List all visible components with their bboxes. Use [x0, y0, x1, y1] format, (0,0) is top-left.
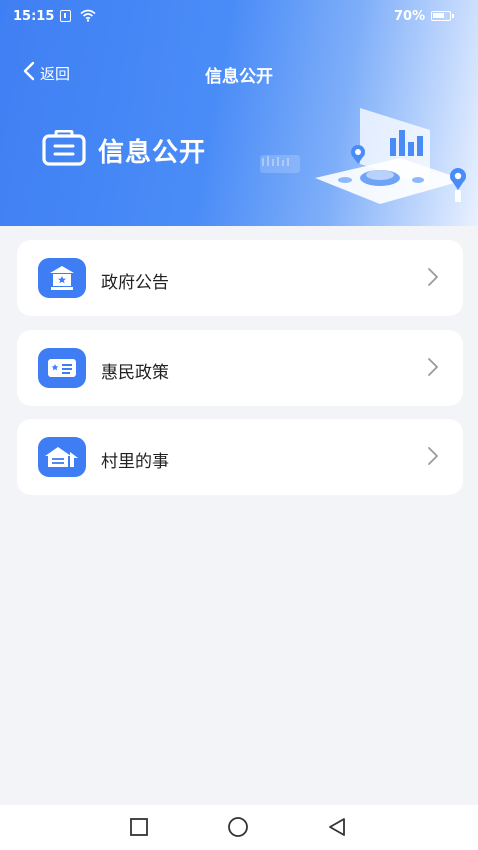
chevron-right-icon	[427, 267, 439, 291]
status-bar: 15:15 70%	[0, 0, 478, 34]
menu-item-label: 惠民政策	[101, 363, 169, 383]
government-building-icon	[38, 258, 86, 298]
recent-apps-button[interactable]	[129, 817, 149, 841]
village-house-icon	[38, 437, 86, 477]
battery-icon	[431, 11, 454, 21]
menu-item-benefit-policies[interactable]: 惠民政策	[17, 330, 463, 406]
menu-item-government-notices[interactable]: 政府公告	[17, 240, 463, 316]
menu-item-label: 村里的事	[101, 452, 169, 472]
data-dashboard-illustration	[250, 100, 478, 226]
chevron-right-icon	[427, 446, 439, 470]
hero-heading: 信息公开	[42, 129, 207, 170]
page-title: 信息公开	[205, 67, 273, 87]
info-box-icon	[42, 129, 86, 170]
battery-percent: 70%	[394, 9, 426, 24]
hero-banner: 15:15 70% 返回 信息公开 信息公开	[0, 0, 478, 226]
menu-item-village-affairs[interactable]: 村里的事	[17, 419, 463, 495]
sim-icon	[60, 10, 71, 22]
back-nav-button[interactable]	[327, 817, 347, 841]
chevron-right-icon	[427, 357, 439, 381]
wifi-icon	[80, 9, 96, 26]
menu-item-label: 政府公告	[101, 273, 169, 293]
status-time: 15:15	[13, 9, 55, 24]
hero-title: 信息公开	[98, 137, 207, 168]
home-button[interactable]	[226, 817, 250, 841]
policy-card-icon	[38, 348, 86, 388]
system-navigation-bar	[0, 805, 478, 850]
